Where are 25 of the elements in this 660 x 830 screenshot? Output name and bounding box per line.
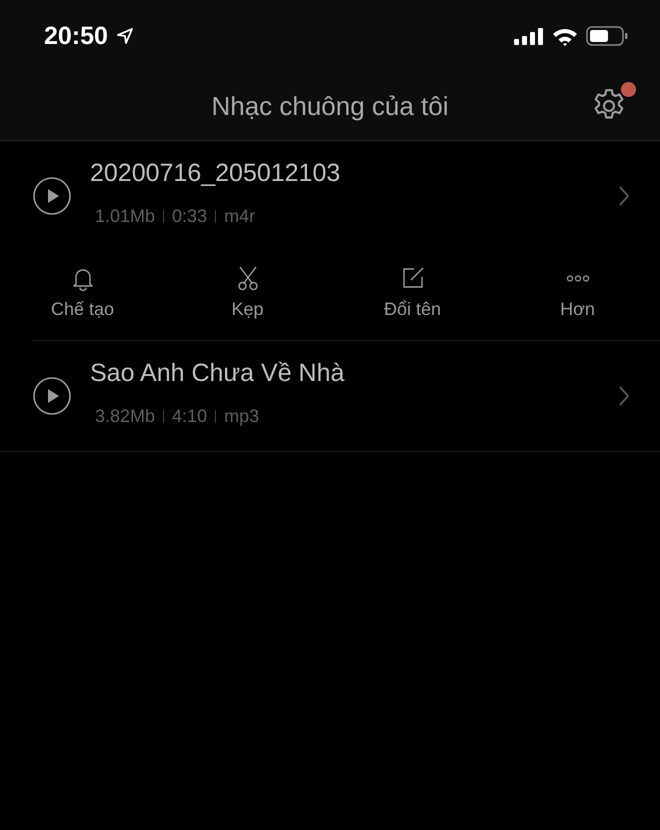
action-button[interactable]: Chế tạo (0, 251, 165, 340)
file-size: 3.82Mb (95, 406, 156, 427)
duration: 0:33 (172, 206, 208, 227)
action-button[interactable]: Kẹp (165, 251, 330, 340)
duration: 4:10 (172, 406, 208, 427)
file-format: m4r (224, 206, 256, 227)
ringtone-row[interactable]: Sao Anh Chưa Về Nhà 3.82Mb 4:10 mp3 (0, 341, 660, 452)
ringtone-row[interactable]: 20200716_205012103 1.01Mb 0:33 m4r (0, 141, 660, 251)
page-title: Nhạc chuông của tôi (211, 90, 449, 122)
chevron-icon (618, 385, 630, 407)
play-icon[interactable] (32, 376, 72, 416)
action-button[interactable]: Đổi tên (330, 251, 495, 340)
more-icon (564, 274, 590, 282)
location-icon (116, 27, 134, 45)
chevron-icon (618, 185, 630, 207)
file-size: 1.01Mb (95, 206, 156, 227)
wifi-icon (552, 26, 578, 46)
status-time: 20:50 (44, 22, 108, 50)
action-button[interactable]: Hơn (495, 251, 660, 340)
signal-icon (514, 27, 544, 45)
ringtone-name: 20200716_205012103 (90, 159, 342, 188)
file-format: mp3 (224, 406, 260, 427)
ringtone-name: Sao Anh Chưa Về Nhà (90, 359, 346, 388)
battery-icon (586, 26, 628, 46)
play-icon[interactable] (32, 176, 72, 216)
